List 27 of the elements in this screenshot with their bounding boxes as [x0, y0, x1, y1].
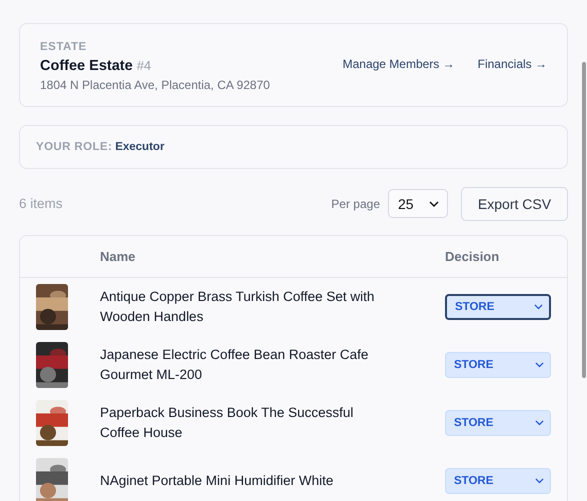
nav-link[interactable]: Manage Members →: [342, 56, 455, 70]
chevron-down-icon: [535, 478, 544, 484]
scrollbar[interactable]: [582, 62, 586, 378]
estate-address: 1804 N Placentia Ave, Placentia, CA 92870: [40, 78, 270, 92]
chevron-down-icon: [535, 420, 544, 426]
item-name: Antique Copper Brass Turkish Coffee Set with Wooden Handles: [100, 288, 376, 326]
per-page-select[interactable]: 25: [388, 189, 448, 218]
decision-select[interactable]: STORE: [445, 294, 551, 320]
decision-select[interactable]: STORE: [445, 468, 551, 494]
chevron-down-icon: [534, 304, 543, 310]
decision-select[interactable]: STORE: [445, 410, 551, 436]
per-page-label: Per page: [331, 196, 380, 210]
item-name: Japanese Electric Coffee Bean Roaster Cafe Gourmet ML-200: [100, 346, 370, 384]
export-button[interactable]: Export CSV: [461, 186, 568, 220]
estate-name: Coffee Estate #4: [40, 58, 152, 74]
column-header: Name: [100, 249, 136, 264]
decision-select[interactable]: STORE: [445, 352, 551, 378]
role-value: Executor: [115, 141, 164, 153]
item-name: Paperback Business Book The Successful Coffee House: [100, 404, 354, 442]
estate-label: ESTATE: [40, 41, 88, 53]
chevron-down-icon: [535, 362, 544, 368]
nav-link[interactable]: Financials →: [478, 56, 547, 70]
chevron-down-icon: [429, 200, 439, 206]
item-name: NAginet Portable Mini Humidifier White: [100, 472, 334, 490]
item-count: 6 items: [19, 196, 64, 211]
column-header: Decision: [445, 249, 500, 264]
role-label: YOUR ROLE:: [36, 141, 112, 153]
